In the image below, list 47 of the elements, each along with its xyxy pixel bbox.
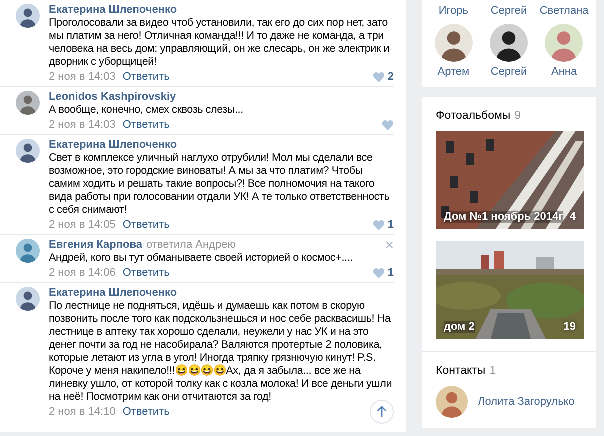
avatar[interactable] (16, 239, 40, 263)
contact-avatar[interactable] (436, 386, 468, 418)
comment-date: 2 ноя в 14:10 (49, 406, 116, 418)
comment-text: Свет в комплексе уличный наглухо отрубили! Мол мы сделали все возможное, это городские виноваты! А мы за что платим? Чтобы самим ходить и решать такие вопросы?! Все полномочия на такого вида работы при голосовании отдали УК! А те только ответственность с себя снимают! (49, 152, 391, 217)
section-count: 1 (490, 364, 496, 378)
comment-date: 2 ноя в 14:03 (49, 71, 116, 83)
arrow-up-icon (377, 406, 387, 418)
like-count: 1 (388, 219, 394, 231)
friend-name[interactable]: Артем (438, 65, 470, 79)
avatar[interactable] (16, 4, 40, 28)
friend-avatar[interactable] (434, 24, 473, 62)
comment-text: Проголосовали за видео чтоб установили, так его до сих пор нет, зато мы платим за него! Отличная команда!!! И то даже не команда, а три человека на весь дом: управляющий, он же слесарь, он же электрик и дворник с уборщицей! (49, 17, 391, 69)
friend-avatar[interactable] (490, 24, 528, 62)
section-count: 9 (514, 109, 522, 123)
author-name[interactable]: Екатерина Шлепоченко (49, 139, 178, 152)
contact-name[interactable]: Лолита Загорулько (478, 396, 575, 408)
reply-link[interactable]: Ответить (122, 267, 170, 279)
reply-to-label: ответила Андрею (146, 239, 236, 252)
reply-link[interactable]: Ответить (122, 71, 170, 83)
like-count: 1 (388, 267, 394, 279)
author-name[interactable]: Екатерина Шлепоченко (49, 287, 178, 300)
author-name[interactable]: Евгения Карпова (49, 239, 142, 252)
comment-text: А вообще, конечно, смех сквозь слезы... (49, 104, 244, 117)
friend-name[interactable]: Сергей (490, 65, 528, 79)
avatar[interactable] (16, 91, 40, 115)
section-title[interactable]: Контакты (436, 364, 486, 378)
comment-text: Андрей, кого вы тут обманываете своей историей о космос+.... (49, 252, 354, 265)
friend-name[interactable]: Анна (552, 65, 578, 79)
friend-name[interactable]: Светлана (536, 4, 592, 18)
album-count: 4 (570, 211, 576, 223)
author-name[interactable]: Leonidos Kashpirovskiy (49, 91, 176, 104)
comment-text: По лестнице не подняться, идёшь и думаешь как потом в скорую позвонить после того как подскользнешься и нос себе расквасишь! На лестнице в аптеку так хорошо сделали, неужели у нас УК и на это денег почти за год не насобирала? Валяются протертые 2 половика, которые летают из угла в угол! Иногда тряпку грязнючую кинут! P.S. Короче у меня накипело!!!😆😆😆😆Ах, да я забыла... все же на линевку ушло, от которой толку как с козла молока! И все деньги ушли на неё! Посмотрим как они отчитаются за год! (49, 300, 394, 404)
comment-date: 2 ноя в 14:03 (49, 119, 116, 131)
reply-link[interactable]: Ответить (122, 119, 170, 131)
section-title[interactable]: Фотоальбомы (436, 109, 511, 123)
friend-name[interactable]: Игорь (426, 4, 482, 18)
album-count: 19 (564, 321, 576, 333)
author-name[interactable]: Екатерина Шлепоченко (49, 4, 178, 17)
like-count: 2 (388, 71, 394, 83)
scroll-up-button[interactable] (370, 400, 394, 424)
friend-name[interactable]: Сергей (481, 4, 537, 18)
comment-date: 2 ноя в 14:06 (49, 267, 116, 279)
avatar[interactable] (16, 139, 40, 163)
reply-link[interactable]: Ответить (122, 219, 170, 231)
avatar[interactable] (16, 287, 40, 311)
reply-link[interactable]: Ответить (122, 406, 170, 418)
comment-date: 2 ноя в 14:05 (49, 219, 116, 231)
